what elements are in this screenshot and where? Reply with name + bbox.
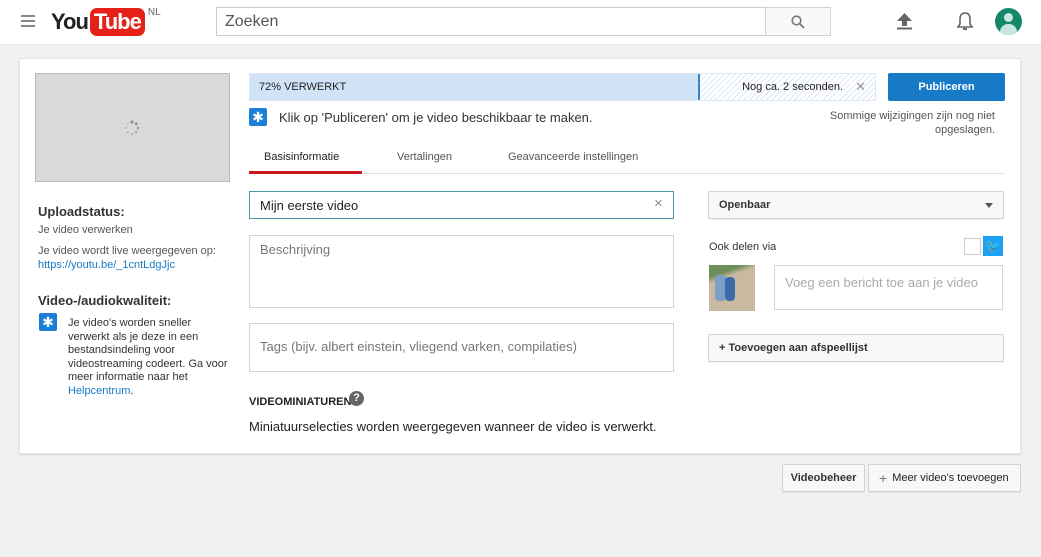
profile-thumbnail bbox=[709, 265, 755, 311]
video-url-link[interactable]: https://youtu.be/_1cntLdgJjc bbox=[38, 258, 175, 273]
tab-translations[interactable]: Vertalingen bbox=[397, 151, 452, 163]
thumbnails-heading: VIDEOMINIATUREN bbox=[249, 396, 352, 408]
description-input[interactable]: Beschrijving bbox=[249, 235, 674, 308]
share-message-input[interactable]: Voeg een bericht toe aan je video bbox=[774, 265, 1003, 310]
add-more-videos-button[interactable]: + Meer video's toevoegen bbox=[868, 464, 1021, 492]
region-label: NL bbox=[147, 7, 161, 18]
menu-icon[interactable] bbox=[21, 15, 35, 30]
tab-basic-info[interactable]: Basisinformatie bbox=[264, 151, 339, 163]
upload-status: Je video verwerken bbox=[38, 224, 133, 236]
unsaved-notice: Sommige wijzigingen zijn nog niet opgesl… bbox=[829, 110, 995, 136]
chevron-down-icon bbox=[985, 203, 993, 212]
star-icon: ✱ bbox=[39, 313, 57, 331]
publish-notice: Klik op 'Publiceren' om je video beschik… bbox=[279, 110, 593, 125]
upload-status-heading: Uploadstatus: bbox=[38, 204, 125, 219]
upload-icon[interactable] bbox=[896, 12, 913, 30]
youtube-logo[interactable]: You Tube NL bbox=[51, 7, 161, 37]
quality-heading: Video-/audiokwaliteit: bbox=[38, 293, 172, 308]
privacy-select[interactable]: Openbaar bbox=[708, 191, 1004, 219]
twitter-checkbox[interactable] bbox=[964, 238, 981, 255]
share-label: Ook delen via bbox=[709, 241, 777, 253]
progress-label: 72% VERWERKT bbox=[259, 81, 347, 93]
thumbnails-text: Miniatuurselecties worden weergegeven wa… bbox=[249, 419, 657, 434]
active-tab-indicator bbox=[249, 171, 362, 174]
add-to-playlist-button[interactable]: + Toevoegen aan afspeellijst bbox=[708, 334, 1004, 362]
quality-text: Je video's worden sneller verwerkt als j… bbox=[68, 317, 228, 383]
clear-icon[interactable]: ✕ bbox=[654, 197, 663, 210]
search-icon bbox=[791, 14, 805, 29]
search-button[interactable] bbox=[765, 7, 831, 36]
plus-icon: + bbox=[879, 470, 888, 486]
header: You Tube NL Zoeken bbox=[0, 0, 1041, 45]
publish-button[interactable]: Publiceren bbox=[888, 73, 1005, 101]
bell-icon[interactable] bbox=[956, 11, 974, 32]
avatar[interactable] bbox=[995, 8, 1022, 35]
time-remaining: Nog ca. 2 seconden. bbox=[742, 81, 843, 93]
star-icon: ✱ bbox=[249, 108, 267, 126]
cancel-upload-icon[interactable]: ✕ bbox=[855, 79, 866, 95]
title-input[interactable]: Mijn eerste video ✕ bbox=[249, 191, 674, 219]
tab-advanced-settings[interactable]: Geavanceerde instellingen bbox=[508, 151, 638, 163]
search-input[interactable]: Zoeken bbox=[216, 7, 766, 36]
video-preview bbox=[35, 73, 230, 182]
help-center-link[interactable]: Helpcentrum bbox=[68, 385, 130, 397]
twitter-icon[interactable]: 🐦 bbox=[983, 236, 1003, 256]
tags-input[interactable]: Tags (bijv. albert einstein, vliegend va… bbox=[249, 323, 674, 372]
live-text: Je video wordt live weergegeven op: bbox=[38, 245, 216, 257]
video-manager-button[interactable]: Videobeheer bbox=[782, 464, 865, 492]
processing-progress-bar: 72% VERWERKT Nog ca. 2 seconden. ✕ bbox=[249, 73, 876, 101]
tab-divider bbox=[249, 173, 1005, 174]
loading-spinner-icon bbox=[125, 120, 140, 136]
help-icon[interactable]: ? bbox=[349, 391, 364, 406]
